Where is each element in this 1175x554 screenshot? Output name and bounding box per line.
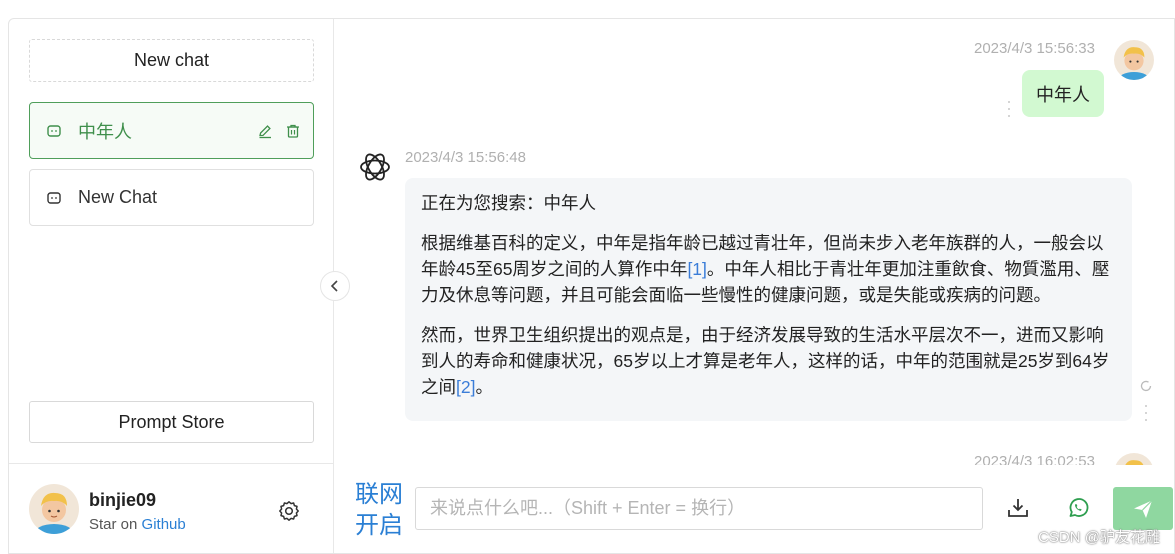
paragraph-text: 。 — [475, 377, 493, 397]
conversation-item-active[interactable]: 中年人 — [29, 102, 314, 159]
send-icon — [1134, 499, 1153, 518]
prompt-store-button[interactable]: Prompt Store — [29, 401, 314, 443]
assistant-paragraph: 正在为您搜索：中年人 — [421, 193, 596, 213]
assistant-paragraph: 然而，世界卫生组织提出的观点是，由于经济发展导致的生活水平层次不一，进而又影响到… — [421, 322, 1116, 400]
collapse-sidebar-button[interactable] — [320, 271, 350, 301]
chat-bubble-icon — [46, 190, 62, 206]
retry-icon[interactable] — [1139, 379, 1153, 393]
user-name: binjie09 — [89, 490, 157, 510]
assistant-message-bubble: 正在为您搜索：中年人 根据维基百科的定义，中年是指年龄已越过青壮年，但尚未步入老… — [405, 178, 1132, 421]
delete-icon[interactable] — [285, 123, 301, 139]
citation-link[interactable]: [1] — [687, 259, 706, 279]
message-timestamp: 2023/4/3 15:56:33 — [974, 40, 1095, 57]
user-avatar — [1114, 40, 1154, 80]
openai-logo-icon — [357, 149, 393, 185]
message-timestamp: 2023/4/3 15:56:48 — [405, 149, 526, 166]
toggle-line: 开启 — [355, 512, 403, 539]
user-subtitle: Star on Github — [89, 516, 186, 533]
chat-input[interactable] — [415, 487, 983, 530]
star-prefix: Star on — [89, 516, 138, 533]
chat-app: New chat 中年人 New Chat Prompt Store binji… — [8, 18, 1175, 554]
conversation-label: New Chat — [78, 187, 158, 207]
message-more-icon[interactable] — [1004, 101, 1014, 117]
assistant-paragraph: 根据维基百科的定义，中年是指年龄已越过青壮年，但尚未步入老年族群的人，一般会以年… — [421, 230, 1116, 308]
paragraph-text: 然而，世界卫生组织提出的观点是，由于经济发展导致的生活水平层次不一，进而又影响到… — [421, 325, 1110, 397]
conversation-label: 中年人 — [78, 121, 132, 142]
chat-input-bar: 联网 开启 CSDN @驴友花雕 — [335, 465, 1174, 553]
user-message-bubble: 中年人 — [1022, 70, 1104, 117]
user-avatar — [29, 484, 79, 534]
citation-link[interactable]: [2] — [456, 377, 475, 397]
edit-icon[interactable] — [257, 123, 273, 139]
message-more-icon[interactable] — [1141, 405, 1151, 421]
settings-gear-icon[interactable] — [277, 499, 301, 523]
web-search-toggle[interactable]: 联网 开启 — [355, 479, 403, 541]
toggle-line: 联网 — [355, 481, 403, 508]
chat-bubble-icon — [46, 123, 62, 139]
whatsapp-icon[interactable] — [1065, 495, 1091, 521]
user-panel: binjie09 Star on Github — [9, 463, 334, 553]
github-link[interactable]: Github — [142, 516, 186, 533]
sidebar: New chat 中年人 New Chat Prompt Store binji… — [9, 19, 334, 553]
download-icon[interactable] — [1005, 495, 1031, 521]
watermark-text: CSDN @驴友花雕 — [1038, 529, 1160, 546]
send-button[interactable] — [1113, 487, 1173, 530]
chat-main: 2023/4/3 15:56:33 中年人 2023/4/3 15:56:48 … — [335, 19, 1174, 553]
chevron-left-icon — [330, 280, 338, 292]
new-chat-button[interactable]: New chat — [29, 39, 314, 82]
conversation-item[interactable]: New Chat — [29, 169, 314, 226]
